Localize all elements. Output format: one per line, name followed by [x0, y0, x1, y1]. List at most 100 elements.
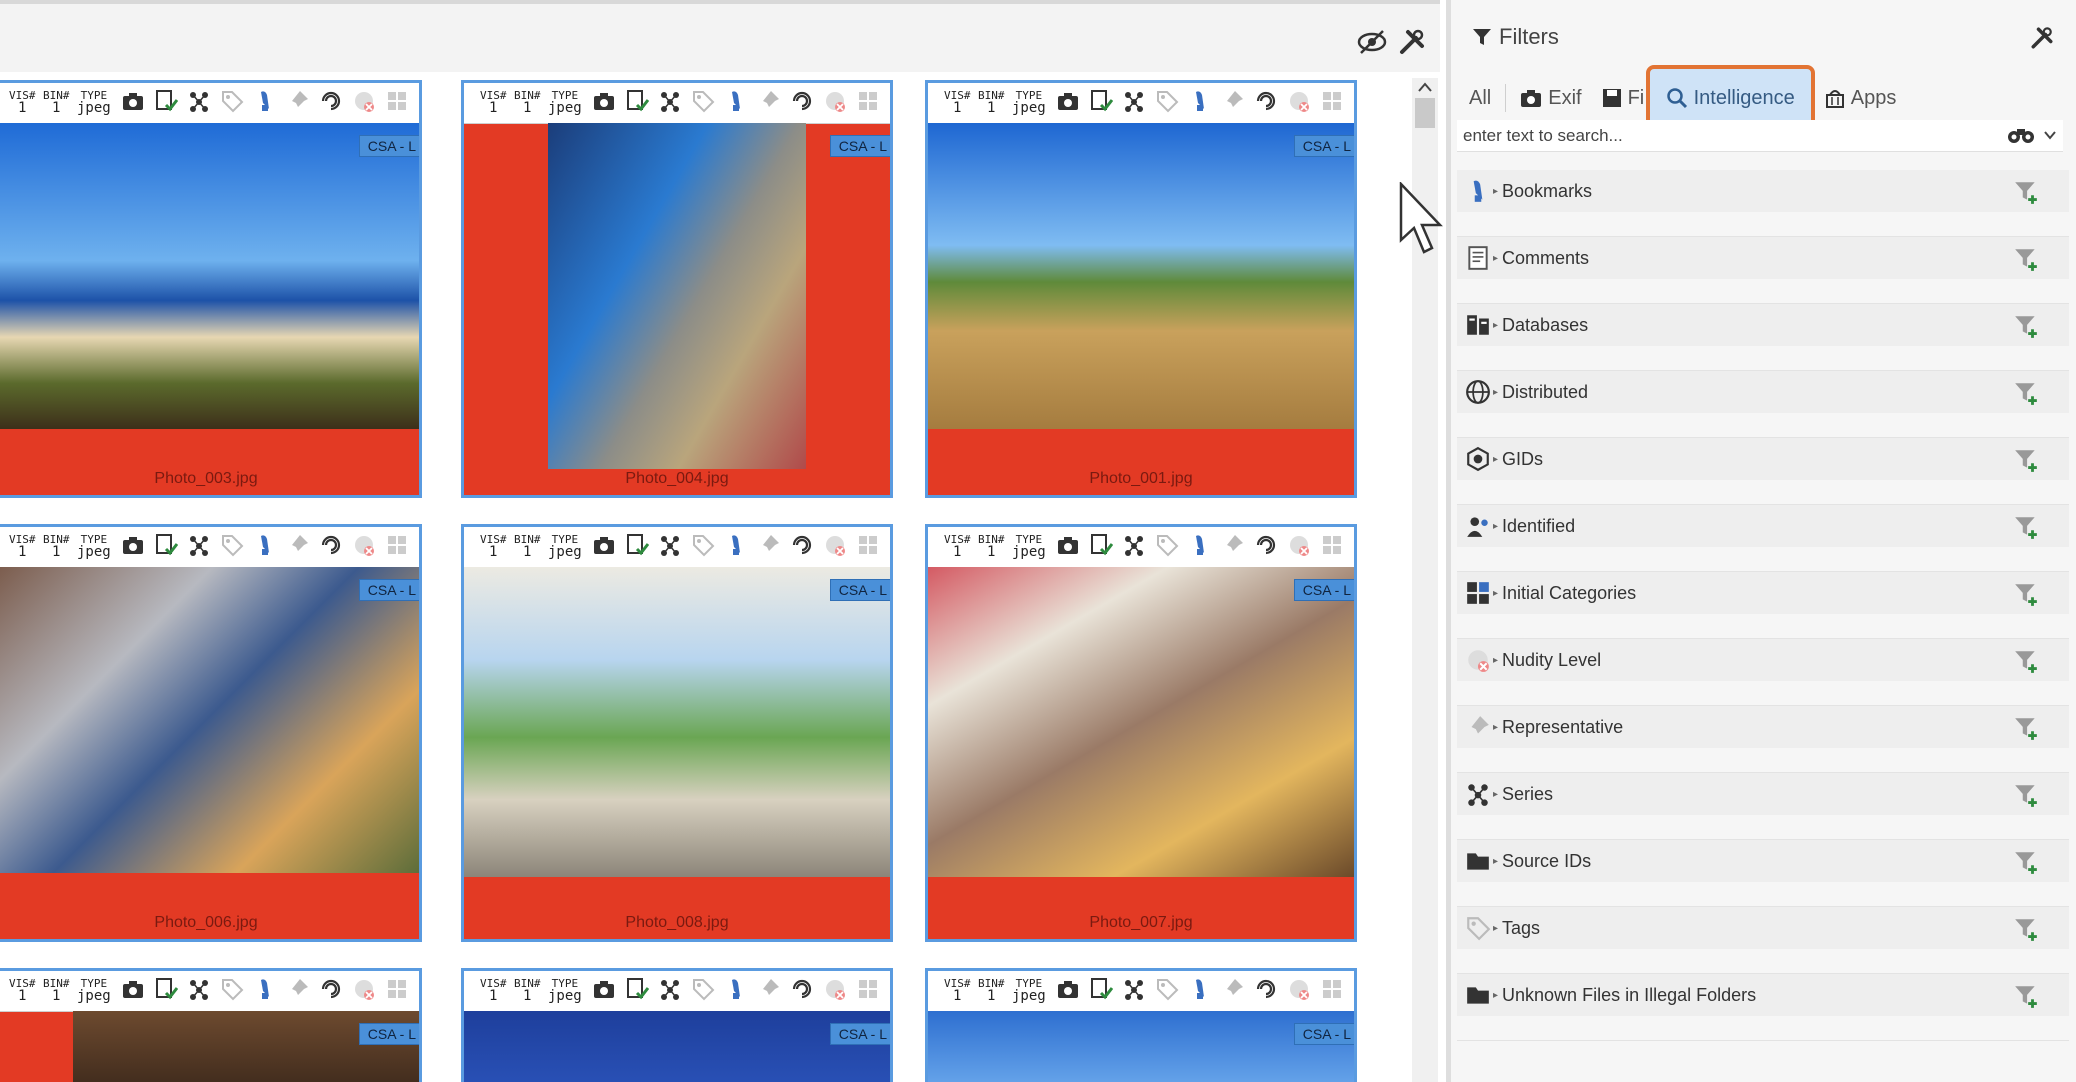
- tab-all[interactable]: All: [1459, 77, 1501, 119]
- spiral-icon[interactable]: [790, 89, 814, 118]
- series-icon[interactable]: [1122, 533, 1146, 562]
- add-filter-icon[interactable]: [2013, 782, 2039, 808]
- nudity-icon[interactable]: [352, 533, 376, 562]
- pin-icon[interactable]: [286, 977, 310, 1006]
- nudity-icon[interactable]: [823, 89, 847, 118]
- add-filter-icon[interactable]: [2013, 313, 2039, 339]
- spiral-icon[interactable]: [790, 533, 814, 562]
- camera-icon[interactable]: [1056, 533, 1080, 562]
- thumbnail-tile[interactable]: VIS# 1 BIN# 1 TYPE jpeg CSA - L Photo_004.jpg: [461, 80, 893, 498]
- grid-icon[interactable]: [385, 533, 409, 562]
- nudity-icon[interactable]: [1287, 533, 1311, 562]
- thumbnail-tile[interactable]: VIS# 1 BIN# 1 TYPE jpeg CSA - L: [0, 968, 422, 1082]
- expand-chevron-icon[interactable]: ▸: [1493, 320, 1498, 331]
- check-doc-icon[interactable]: [625, 977, 650, 1006]
- filter-item[interactable]: ▸ Bookmarks: [1457, 170, 2069, 237]
- expand-chevron-icon[interactable]: ▸: [1493, 789, 1498, 800]
- thumbnail-image[interactable]: [464, 567, 890, 877]
- add-filter-icon[interactable]: [2013, 648, 2039, 674]
- spiral-icon[interactable]: [319, 533, 343, 562]
- thumbnail-tile[interactable]: VIS# 1 BIN# 1 TYPE jpeg CSA - L Photo_001.jpg: [925, 80, 1357, 498]
- add-filter-icon[interactable]: [2013, 849, 2039, 875]
- series-icon[interactable]: [1122, 977, 1146, 1006]
- tag-icon[interactable]: [1155, 977, 1179, 1006]
- series-icon[interactable]: [187, 533, 211, 562]
- hide-eye-icon[interactable]: [1356, 26, 1388, 58]
- check-doc-icon[interactable]: [1089, 977, 1114, 1006]
- pin-icon[interactable]: [757, 533, 781, 562]
- thumbnail-image[interactable]: [73, 1011, 419, 1082]
- filter-item[interactable]: ▸ Identified: [1457, 505, 2069, 572]
- filter-item[interactable]: ▸ GIDs: [1457, 438, 2069, 505]
- grid-icon[interactable]: [856, 533, 880, 562]
- camera-icon[interactable]: [121, 977, 145, 1006]
- add-filter-icon[interactable]: [2013, 246, 2039, 272]
- tag-icon[interactable]: [691, 533, 715, 562]
- pin-icon[interactable]: [286, 89, 310, 118]
- series-icon[interactable]: [658, 977, 682, 1006]
- check-doc-icon[interactable]: [154, 89, 179, 118]
- filter-item[interactable]: ▸ Source IDs: [1457, 840, 2069, 907]
- bookmark-icon[interactable]: [724, 533, 748, 562]
- check-doc-icon[interactable]: [625, 89, 650, 118]
- filter-item[interactable]: ▸ Series: [1457, 773, 2069, 840]
- pin-icon[interactable]: [757, 977, 781, 1006]
- grid-icon[interactable]: [385, 89, 409, 118]
- expand-chevron-icon[interactable]: ▸: [1493, 387, 1498, 398]
- check-doc-icon[interactable]: [1089, 533, 1114, 562]
- series-icon[interactable]: [1122, 89, 1146, 118]
- check-doc-icon[interactable]: [154, 533, 179, 562]
- grid-icon[interactable]: [1320, 89, 1344, 118]
- tab-exif[interactable]: Exif: [1510, 77, 1591, 119]
- nudity-icon[interactable]: [1287, 977, 1311, 1006]
- tools-icon[interactable]: [1396, 26, 1428, 58]
- expand-chevron-icon[interactable]: ▸: [1493, 655, 1498, 666]
- tag-icon[interactable]: [220, 977, 244, 1006]
- expand-chevron-icon[interactable]: ▸: [1493, 990, 1498, 1001]
- series-icon[interactable]: [658, 89, 682, 118]
- nudity-icon[interactable]: [823, 533, 847, 562]
- thumbnail-image[interactable]: [928, 123, 1354, 429]
- nudity-icon[interactable]: [352, 89, 376, 118]
- thumbnail-image[interactable]: [928, 1011, 1354, 1082]
- tag-icon[interactable]: [1155, 533, 1179, 562]
- bookmark-icon[interactable]: [1188, 533, 1212, 562]
- binoculars-icon[interactable]: [2007, 125, 2035, 145]
- camera-icon[interactable]: [592, 89, 616, 118]
- series-icon[interactable]: [187, 977, 211, 1006]
- add-filter-icon[interactable]: [2013, 179, 2039, 205]
- camera-icon[interactable]: [1056, 89, 1080, 118]
- grid-icon[interactable]: [1320, 533, 1344, 562]
- add-filter-icon[interactable]: [2013, 581, 2039, 607]
- filter-item[interactable]: ▸ Databases: [1457, 304, 2069, 371]
- tag-icon[interactable]: [1155, 89, 1179, 118]
- thumbnail-tile[interactable]: VIS# 1 BIN# 1 TYPE jpeg CSA - L: [925, 968, 1357, 1082]
- filter-item[interactable]: ▸ Nudity Level: [1457, 639, 2069, 706]
- grid-icon[interactable]: [856, 977, 880, 1006]
- thumbnail-image[interactable]: [548, 123, 806, 469]
- pin-icon[interactable]: [286, 533, 310, 562]
- add-filter-icon[interactable]: [2013, 715, 2039, 741]
- tab-apps[interactable]: Apps: [1815, 77, 1907, 119]
- add-filter-icon[interactable]: [2013, 514, 2039, 540]
- pin-icon[interactable]: [1221, 89, 1245, 118]
- bookmark-icon[interactable]: [1188, 977, 1212, 1006]
- camera-icon[interactable]: [121, 89, 145, 118]
- bookmark-icon[interactable]: [253, 533, 277, 562]
- filters-tools-icon[interactable]: [2028, 24, 2056, 57]
- spiral-icon[interactable]: [1254, 977, 1278, 1006]
- thumbnail-tile[interactable]: VIS# 1 BIN# 1 TYPE jpeg CSA - L Photo_006.jpg: [0, 524, 422, 942]
- spiral-icon[interactable]: [319, 977, 343, 1006]
- check-doc-icon[interactable]: [1089, 89, 1114, 118]
- filter-item[interactable]: ▸ Representative: [1457, 706, 2069, 773]
- tag-icon[interactable]: [220, 533, 244, 562]
- thumbnail-tile[interactable]: VIS# 1 BIN# 1 TYPE jpeg CSA - L: [461, 968, 893, 1082]
- pin-icon[interactable]: [1221, 533, 1245, 562]
- add-filter-icon[interactable]: [2013, 447, 2039, 473]
- thumbnail-image[interactable]: [928, 567, 1354, 877]
- filter-item[interactable]: ▸ Comments: [1457, 237, 2069, 304]
- spiral-icon[interactable]: [1254, 533, 1278, 562]
- add-filter-icon[interactable]: [2013, 983, 2039, 1009]
- filter-item[interactable]: ▸ Unknown Files in Illegal Folders: [1457, 974, 2069, 1041]
- grid-icon[interactable]: [385, 977, 409, 1006]
